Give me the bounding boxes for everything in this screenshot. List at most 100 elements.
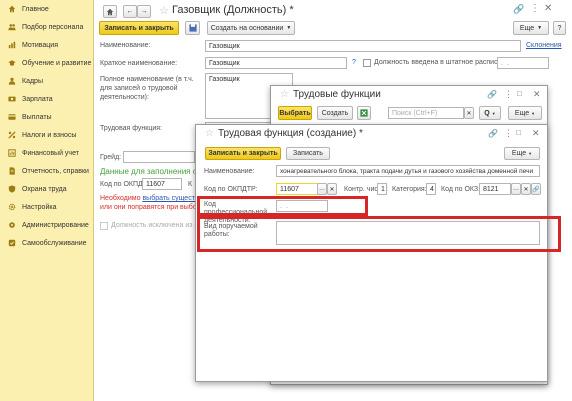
staff-date-field[interactable]: . . bbox=[497, 57, 549, 69]
sidebar-item-salary[interactable]: Зарплата bbox=[0, 90, 94, 108]
sidebar-item-selfservice[interactable]: Самообслуживание bbox=[0, 234, 94, 252]
clear-search-button[interactable]: ✕ bbox=[464, 107, 474, 119]
excluded-checkbox-label: Должность исключена из ш bbox=[111, 222, 201, 229]
sidebar-item-main[interactable]: Главное bbox=[0, 0, 94, 18]
name-field[interactable]: Газовщик bbox=[205, 40, 521, 52]
short-name-field[interactable]: Газовщик bbox=[205, 57, 347, 69]
more-button[interactable]: Еще ▼ bbox=[508, 106, 542, 120]
sidebar-item-payments[interactable]: Выплаты bbox=[0, 108, 94, 126]
person-icon bbox=[8, 77, 16, 85]
sidebar-item-label: Администрирование bbox=[22, 221, 89, 229]
sidebar-item-recruiting[interactable]: Подбор персонала bbox=[0, 18, 94, 36]
people-icon bbox=[8, 24, 16, 31]
name-label: Наименование: bbox=[204, 168, 255, 175]
home-icon bbox=[8, 5, 16, 13]
payments-icon bbox=[8, 114, 16, 120]
sidebar-item-label: Самообслуживание bbox=[22, 239, 87, 247]
floppy-disk-icon bbox=[188, 24, 197, 32]
okpdtr-field[interactable]: 11607 bbox=[142, 178, 182, 190]
window-title: Трудовые функции bbox=[293, 89, 381, 100]
more-label: Еще bbox=[511, 150, 527, 157]
excel-button[interactable] bbox=[357, 106, 371, 120]
search-input[interactable]: Поиск (Ctrl+F) bbox=[388, 107, 464, 119]
name-field[interactable]: хонагревательного блока, тракта подачи д… bbox=[276, 165, 540, 177]
help-button[interactable]: ? bbox=[553, 21, 566, 35]
more-button[interactable]: Еще ▼ bbox=[513, 21, 549, 35]
select-button[interactable]: Выбрать bbox=[278, 106, 312, 120]
category-field[interactable]: 4 bbox=[426, 183, 436, 195]
create-button[interactable]: Создать bbox=[317, 106, 353, 120]
highlight-prof-activity bbox=[197, 196, 368, 216]
sidebar-item-admin[interactable]: Администрирование bbox=[0, 216, 94, 234]
maximize-icon[interactable]: □ bbox=[516, 128, 521, 137]
forward-button[interactable]: → bbox=[137, 5, 151, 18]
okz-label: Код по ОКЗ: bbox=[441, 186, 481, 193]
sidebar-item-label: Налоги и взносы bbox=[22, 131, 77, 139]
grade-field[interactable] bbox=[123, 151, 195, 163]
excluded-checkbox[interactable] bbox=[100, 222, 108, 230]
sidebar-item-label: Финансовый учет bbox=[22, 149, 79, 157]
okz-clear-button[interactable]: ✕ bbox=[521, 183, 531, 195]
okz-select-button[interactable]: … bbox=[511, 183, 521, 195]
page-title: Газовщик (Должность) * bbox=[172, 4, 294, 16]
sidebar-item-taxes[interactable]: Налоги и взносы bbox=[0, 126, 94, 144]
okz-field[interactable]: 8121 bbox=[479, 183, 511, 195]
dropdown-arrow-icon: ▼ bbox=[286, 25, 292, 31]
okpdtr-clear-button[interactable]: ✕ bbox=[327, 183, 337, 195]
name-label: Наименование: bbox=[100, 42, 151, 49]
link-icon[interactable]: 🔗 bbox=[487, 90, 497, 99]
close-icon[interactable]: ✕ bbox=[532, 128, 540, 139]
sidebar-item-label: Главное bbox=[22, 5, 49, 13]
save-and-close-button[interactable]: Записать и закрыть bbox=[99, 21, 179, 35]
control-number-field[interactable]: 1 bbox=[377, 183, 387, 195]
star-icon[interactable]: ☆ bbox=[205, 128, 214, 139]
okz-open-button[interactable]: 🔗 bbox=[531, 183, 541, 195]
select-existing-link[interactable]: выбрать существ bbox=[142, 195, 198, 202]
search-placeholder: Поиск (Ctrl+F) bbox=[392, 110, 438, 117]
maximize-icon[interactable]: □ bbox=[517, 89, 522, 98]
star-icon[interactable]: ☆ bbox=[280, 89, 289, 100]
more-dots-icon[interactable]: ⋮ bbox=[504, 128, 513, 139]
sidebar-item-finance[interactable]: Финансовый учет bbox=[0, 144, 94, 162]
favorite-star-icon[interactable]: ☆ bbox=[159, 4, 169, 17]
finance-icon bbox=[8, 149, 16, 157]
sidebar-item-safety[interactable]: Охрана труда bbox=[0, 180, 94, 198]
close-icon[interactable]: ✕ bbox=[533, 89, 541, 100]
sidebar-item-label: Подбор персонала bbox=[22, 23, 84, 31]
sidebar-item-settings[interactable]: Настройка bbox=[0, 198, 94, 216]
back-button[interactable]: ← bbox=[123, 5, 137, 18]
sidebar-item-label: Настройка bbox=[22, 203, 57, 211]
sidebar-item-motivation[interactable]: Мотивация bbox=[0, 36, 94, 54]
sidebar-item-label: Мотивация bbox=[22, 41, 59, 49]
help-link[interactable]: ? bbox=[352, 59, 356, 66]
create-based-label: Создать на основании bbox=[210, 24, 284, 32]
more-dots-icon[interactable]: ⋮ bbox=[504, 89, 513, 100]
search-button[interactable]: Q ▼ bbox=[479, 106, 501, 120]
link-icon[interactable]: 🔗 bbox=[513, 4, 524, 15]
save-button[interactable]: Записать bbox=[286, 147, 330, 160]
save-and-close-button[interactable]: Записать и закрыть bbox=[205, 147, 281, 160]
link-icon[interactable]: 🔗 bbox=[488, 129, 498, 138]
more-button[interactable]: Еще ▼ bbox=[504, 147, 540, 160]
okpdtr-select-button[interactable]: … bbox=[317, 183, 327, 195]
staff-checkbox[interactable] bbox=[363, 59, 371, 67]
more-dots-icon[interactable]: ⋮ bbox=[530, 3, 540, 14]
grade-label: Грейд: bbox=[100, 154, 122, 161]
close-icon[interactable]: ✕ bbox=[544, 3, 552, 14]
save-button[interactable] bbox=[185, 21, 200, 35]
window-title: Трудовая функция (создание) * bbox=[218, 128, 363, 139]
sidebar-item-reports[interactable]: Отчетность, справки bbox=[0, 162, 94, 180]
sidebar-item-personnel[interactable]: Кадры bbox=[0, 72, 94, 90]
okpdtr-field[interactable]: 11607 bbox=[276, 183, 318, 195]
create-based-on-button[interactable]: Создать на основании ▼ bbox=[207, 21, 295, 35]
okpdtr-suffix-label: К bbox=[188, 181, 193, 188]
safety-icon bbox=[8, 185, 16, 193]
declensions-link[interactable]: Склонения bbox=[526, 42, 562, 49]
search-icon: Q bbox=[484, 109, 490, 117]
sidebar-item-label: Обучение и развитие bbox=[22, 59, 92, 67]
home-button[interactable] bbox=[103, 5, 117, 18]
sidebar-item-label: Зарплата bbox=[22, 95, 53, 103]
highlight-work-type bbox=[197, 216, 561, 252]
sidebar-item-education[interactable]: Обучение и развитие bbox=[0, 54, 94, 72]
home-icon bbox=[106, 8, 114, 15]
